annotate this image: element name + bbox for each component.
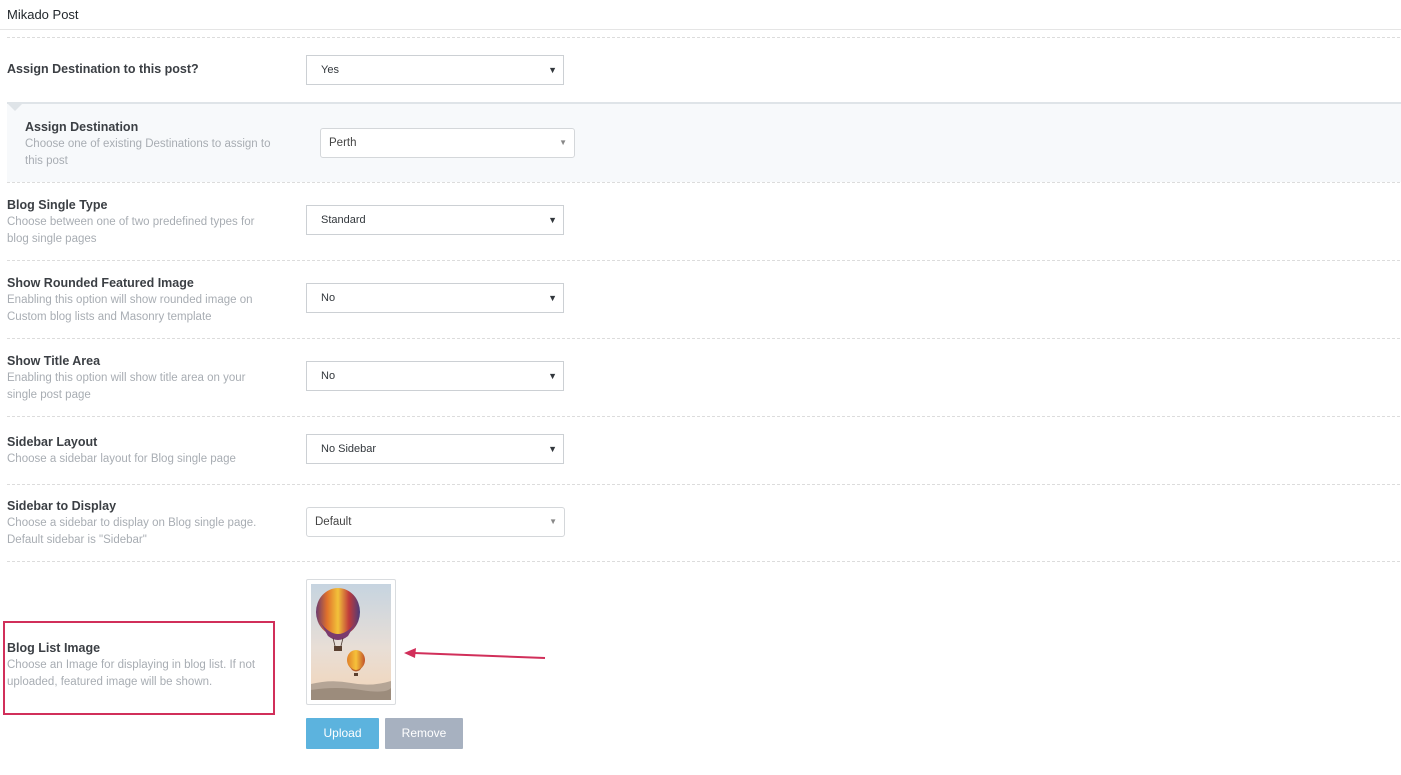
field-title: Show Title Area [7, 354, 101, 368]
blog-single-type-label: Blog Single Type Choose between one of t… [7, 197, 277, 248]
field-title: Blog Single Type [7, 198, 108, 212]
select-value: Default [315, 516, 352, 528]
field-title: Assign Destination to this post? [7, 62, 199, 76]
separator [7, 561, 1400, 562]
field-title: Sidebar Layout [7, 435, 98, 449]
rounded-featured-image-select[interactable]: No ▼ [306, 283, 564, 313]
title-area-label: Show Title Area Enabling this option wil… [7, 353, 277, 404]
field-description: Enabling this option will show rounded i… [7, 294, 253, 323]
dropdown-arrow-icon: ▼ [548, 293, 557, 303]
select-value: Standard [321, 214, 366, 226]
select-value: No Sidebar [321, 443, 377, 455]
panel-title: Mikado Post [0, 0, 1401, 30]
field-description: Choose between one of two predefined typ… [7, 216, 255, 245]
dropdown-arrow-icon: ▼ [559, 138, 567, 147]
assign-destination-label: Assign Destination Choose one of existin… [25, 119, 285, 170]
remove-button[interactable]: Remove [385, 718, 463, 749]
sidebar-display-label: Sidebar to Display Choose a sidebar to d… [7, 498, 277, 549]
select-value: Yes [321, 64, 339, 76]
select-value: No [321, 370, 336, 382]
title-area-select[interactable]: No ▼ [306, 361, 564, 391]
blog-single-type-select[interactable]: Standard ▼ [306, 205, 564, 235]
assign-destination-toggle-label: Assign Destination to this post? [7, 61, 277, 77]
hot-air-balloon-image [311, 584, 391, 700]
assign-destination-toggle-select[interactable]: Yes ▼ [306, 55, 564, 85]
annotation-highlight-box [3, 621, 275, 715]
dropdown-arrow-icon: ▼ [548, 65, 557, 75]
sidebar-layout-select[interactable]: No Sidebar ▼ [306, 434, 564, 464]
dropdown-arrow-icon: ▼ [549, 517, 557, 526]
field-title: Sidebar to Display [7, 499, 117, 513]
sidebar-display-select[interactable]: Default ▼ [306, 507, 565, 537]
separator [7, 338, 1400, 339]
field-description: Enabling this option will show title are… [7, 372, 246, 401]
select-value: No [321, 292, 336, 304]
assign-destination-select[interactable]: Perth ▼ [320, 128, 575, 158]
field-description: Choose one of existing Destinations to a… [25, 138, 271, 167]
rounded-featured-image-label: Show Rounded Featured Image Enabling thi… [7, 275, 277, 326]
dropdown-arrow-icon: ▼ [548, 444, 557, 454]
field-description: Choose a sidebar to display on Blog sing… [7, 517, 257, 546]
dependency-notch [7, 103, 23, 111]
dropdown-arrow-icon: ▼ [548, 371, 557, 381]
separator [7, 182, 1400, 183]
separator [7, 37, 1400, 38]
blog-list-image-preview[interactable] [306, 579, 396, 705]
separator [7, 484, 1400, 485]
separator [7, 416, 1400, 417]
select-value: Perth [329, 137, 357, 149]
dropdown-arrow-icon: ▼ [548, 215, 557, 225]
field-title: Show Rounded Featured Image [7, 276, 194, 290]
sidebar-layout-label: Sidebar Layout Choose a sidebar layout f… [7, 434, 277, 468]
field-description: Choose a sidebar layout for Blog single … [7, 453, 236, 465]
upload-button[interactable]: Upload [306, 718, 379, 749]
separator [7, 260, 1400, 261]
field-title: Assign Destination [25, 120, 139, 134]
arrow-left-icon [404, 648, 546, 659]
